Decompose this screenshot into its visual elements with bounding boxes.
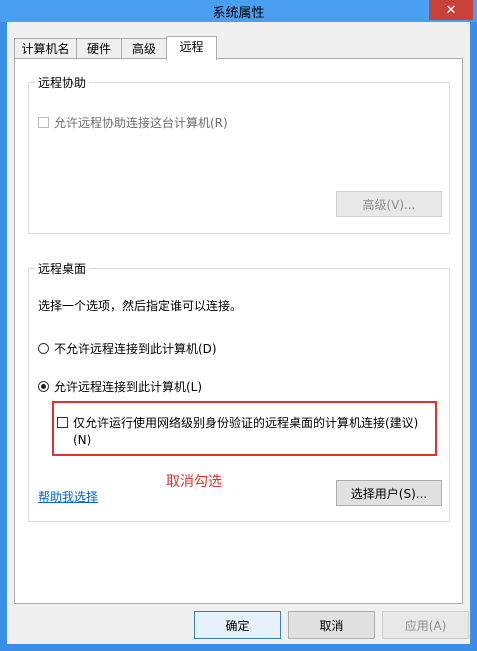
dialog-client-area: 计算机名 硬件 高级 远程 远程协助 允许远程协助连接这台计算机(R) 高级(V…	[7, 22, 470, 644]
remote-assistance-title: 远程协助	[35, 74, 90, 91]
tab-computer-name[interactable]: 计算机名	[14, 38, 77, 58]
remote-tab-panel: 远程协助 允许远程协助连接这台计算机(R) 高级(V)... 远程桌面 选择一个…	[14, 58, 463, 604]
cancel-button[interactable]: 取消	[288, 611, 375, 639]
title-bar: 系统属性 ✕	[0, 0, 477, 22]
close-button[interactable]: ✕	[429, 0, 473, 20]
highlight-box	[52, 401, 437, 456]
allow-remote-assistance-label: 允许远程协助连接这台计算机(R)	[54, 116, 228, 130]
allow-remote-row[interactable]: 允许远程连接到此计算机(L)	[38, 378, 202, 395]
ok-button[interactable]: 确定	[194, 611, 281, 639]
tab-remote[interactable]: 远程	[166, 36, 217, 60]
advanced-button[interactable]: 高级(V)...	[336, 191, 442, 217]
apply-button[interactable]: 应用(A)	[382, 611, 469, 639]
deny-remote-row[interactable]: 不允许远程连接到此计算机(D)	[38, 340, 217, 357]
remote-desktop-title: 远程桌面	[35, 260, 90, 277]
help-me-choose-link[interactable]: 帮助我选择	[38, 488, 98, 505]
annotation-uncheck: 取消勾选	[166, 474, 222, 490]
window-title: 系统属性	[212, 6, 265, 21]
allow-remote-assistance-checkbox[interactable]	[38, 117, 49, 128]
close-icon: ✕	[445, 2, 457, 18]
allow-remote-label: 允许远程连接到此计算机(L)	[54, 380, 203, 394]
allow-remote-radio[interactable]	[38, 381, 49, 392]
select-users-button[interactable]: 选择用户(S)...	[336, 480, 442, 506]
allow-remote-assistance-row[interactable]: 允许远程协助连接这台计算机(R)	[38, 114, 228, 131]
deny-remote-label: 不允许远程连接到此计算机(D)	[54, 342, 217, 356]
deny-remote-radio[interactable]	[38, 343, 49, 354]
remote-desktop-group: 远程桌面 选择一个选项，然后指定谁可以连接。 不允许远程连接到此计算机(D) 允…	[28, 260, 450, 522]
tab-hardware[interactable]: 硬件	[76, 38, 122, 58]
tab-advanced[interactable]: 高级	[121, 38, 167, 58]
remote-assistance-group: 远程协助 允许远程协助连接这台计算机(R) 高级(V)...	[28, 74, 450, 234]
remote-desktop-instruction: 选择一个选项，然后指定谁可以连接。	[38, 299, 243, 313]
